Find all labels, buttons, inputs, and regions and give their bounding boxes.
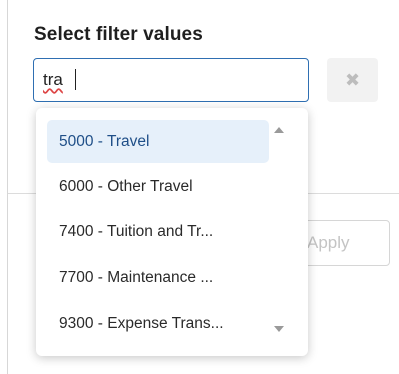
apply-button-label: Apply (307, 233, 350, 252)
dropdown-option[interactable]: 9300 - Expense Trans... (47, 302, 269, 345)
text-cursor (75, 69, 76, 90)
scroll-down-arrow-icon[interactable] (274, 326, 284, 332)
panel-title: Select filter values (34, 24, 203, 45)
clear-button[interactable]: ✖ (327, 58, 378, 102)
dropdown-option[interactable]: 5000 - Travel (47, 120, 269, 163)
filter-options-dropdown: 5000 - Travel 6000 - Other Travel 7400 -… (36, 108, 308, 356)
dropdown-option[interactable]: 6000 - Other Travel (47, 165, 269, 208)
search-input[interactable]: tra (33, 58, 309, 102)
scroll-up-arrow-icon[interactable] (274, 127, 284, 133)
search-input-value: tra (43, 70, 63, 89)
dropdown-option[interactable]: 7700 - Maintenance ... (47, 256, 269, 299)
panel-left-border (7, 0, 8, 374)
dropdown-option[interactable]: 7400 - Tuition and Tr... (47, 210, 269, 253)
close-icon: ✖ (344, 70, 361, 90)
